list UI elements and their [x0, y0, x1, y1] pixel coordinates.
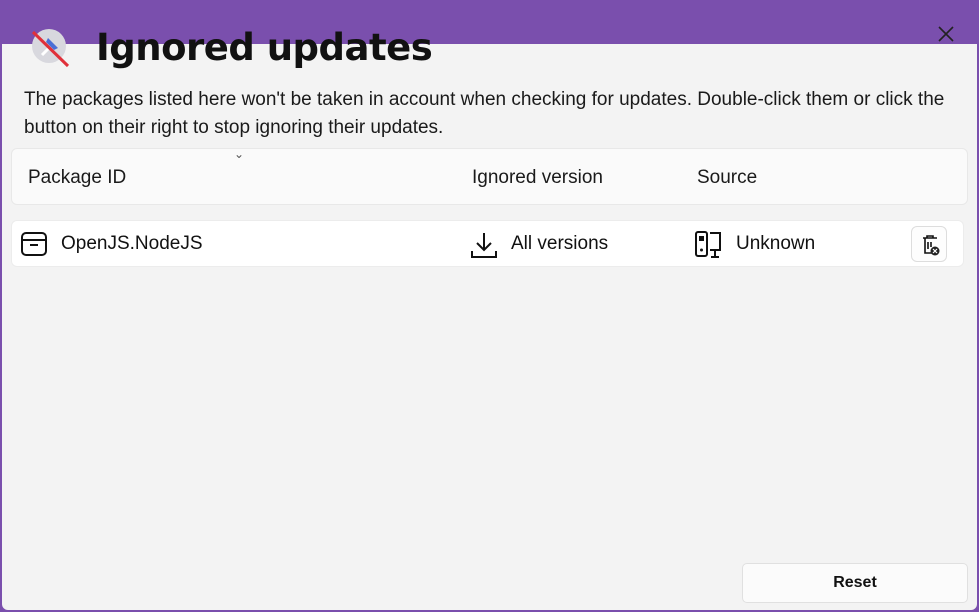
column-package-id[interactable]: Package ID: [28, 167, 126, 189]
dialog-title: Ignored updates: [96, 26, 433, 69]
dialog-description: The packages listed here won't be taken …: [24, 89, 945, 138]
package-icon: [21, 232, 47, 256]
delete-icon: [923, 235, 940, 256]
download-icon: [471, 233, 497, 258]
column-source[interactable]: Source: [697, 167, 757, 189]
reset-button[interactable]: Reset: [742, 563, 968, 603]
column-ignored-version[interactable]: Ignored version: [472, 167, 603, 189]
package-id: OpenJS.NodeJS: [61, 233, 203, 254]
ignored-version: All versions: [511, 233, 609, 254]
table-row[interactable]: OpenJS.NodeJS All versions Unknown: [11, 220, 964, 267]
computer-icon: [695, 231, 721, 258]
close-icon[interactable]: [934, 22, 958, 46]
sort-chevron-icon: ⌄: [234, 147, 245, 161]
source: Unknown: [736, 233, 816, 254]
table-header: ⌄ Package ID Ignored version Source: [11, 147, 968, 205]
stop-ignoring-button[interactable]: [911, 226, 947, 262]
ignored-pin-icon: [31, 29, 70, 68]
